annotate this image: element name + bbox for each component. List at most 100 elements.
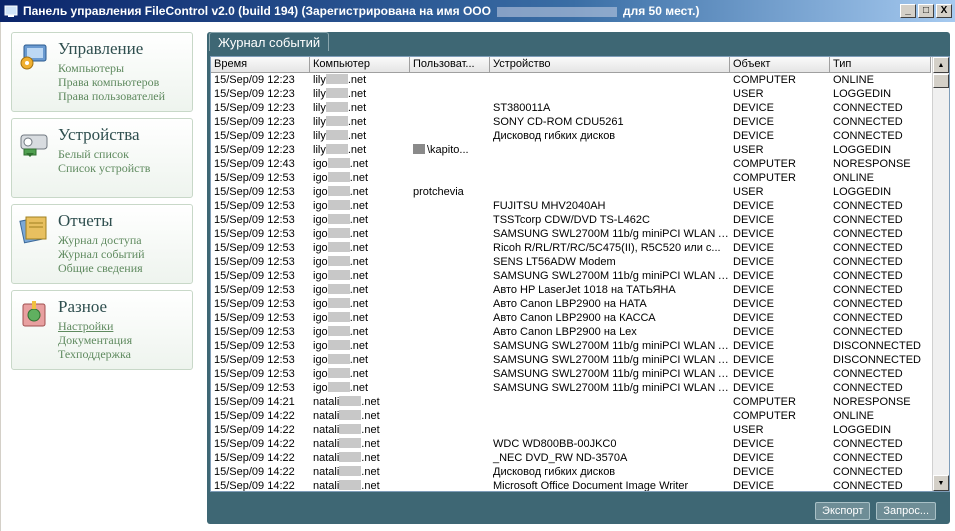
redacted-region: [325, 130, 348, 140]
cell-device: Ricoh R/RL/RT/RC/5C475(II), R5C520 или с…: [493, 242, 721, 254]
scroll-up-icon[interactable]: ▲: [933, 57, 949, 73]
table-row[interactable]: 15/Sep/09 12:53 igo .net FUJITSU MHV2040AH D…: [211, 199, 931, 213]
panel-devices: Устройства Белый список Список устройств: [11, 118, 193, 198]
table-row[interactable]: 15/Sep/09 12:53 igo .net SAMSUNG SWL2700M 1…: [211, 227, 931, 241]
table-row[interactable]: 15/Sep/09 12:53 igo .net SAMSUNG SWL2700M 1…: [211, 269, 931, 283]
redacted-region: [327, 158, 350, 168]
column-header-type[interactable]: Тип: [830, 57, 931, 73]
redacted-region: [339, 466, 362, 476]
cell-user: [410, 381, 490, 395]
table-row[interactable]: 15/Sep/09 12:53 igo .net SAMSUNG SWL2700M 1…: [211, 381, 931, 395]
vertical-scrollbar[interactable]: ▲ ▼: [932, 57, 949, 491]
link-computer-rights[interactable]: Права компьютеров: [58, 75, 192, 89]
cell-time: 15/Sep/09 14:22: [214, 466, 295, 478]
table-row[interactable]: 15/Sep/09 14:21 natali .net COMPUTER NORESPO…: [211, 395, 931, 409]
redacted-region: [339, 452, 362, 462]
redacted-region: [325, 74, 348, 84]
scrollbar-thumb[interactable]: [933, 74, 949, 88]
cell-time: 15/Sep/09 12:23: [214, 116, 295, 128]
table-row[interactable]: 15/Sep/09 12:53 igo .net SAMSUNG SWL2700M 1…: [211, 339, 931, 353]
table-row[interactable]: 15/Sep/09 12:53 igo .net SAMSUNG SWL2700M 1…: [211, 367, 931, 381]
redacted-region: [339, 396, 362, 406]
cell-time: 15/Sep/09 12:23: [214, 88, 295, 100]
cell-object: COMPUTER: [733, 410, 796, 422]
minimize-button[interactable]: _: [900, 4, 916, 18]
cell-computer: igo .net: [313, 242, 369, 254]
cell-user: [410, 269, 490, 283]
column-header-device[interactable]: Устройство: [490, 57, 730, 73]
table-row[interactable]: 15/Sep/09 12:53 igo .net Авто Canon LBP2900…: [211, 325, 931, 339]
cell-object: DEVICE: [733, 466, 774, 478]
table-row[interactable]: 15/Sep/09 14:22 natali .net COMPUTER ONLINE: [211, 409, 931, 423]
export-button[interactable]: Экспорт: [815, 502, 871, 520]
link-event-log[interactable]: Журнал событий: [58, 247, 192, 261]
table-row[interactable]: 15/Sep/09 12:23 lily .net ST380011A DEVICE CO…: [211, 101, 931, 115]
table-row[interactable]: 15/Sep/09 12:53 igo .net Авто Canon LBP2900…: [211, 297, 931, 311]
table-row[interactable]: 15/Sep/09 14:22 natali .net Дисковод гибких…: [211, 465, 931, 479]
cell-computer: igo .net: [313, 200, 369, 212]
cell-type: CONNECTED: [833, 270, 903, 282]
table-row[interactable]: 15/Sep/09 14:22 natali .net USER LOGGEDIN: [211, 423, 931, 437]
table-row[interactable]: 15/Sep/09 12:53 igo .net protchevia USER LOGG…: [211, 185, 931, 199]
table-row[interactable]: 15/Sep/09 12:53 igo .net Авто Canon LBP2900…: [211, 311, 931, 325]
redacted-region: [327, 340, 350, 350]
cell-time: 15/Sep/09 12:43: [214, 158, 295, 170]
cell-device: Авто Canon LBP2900 на КАССА: [493, 312, 656, 324]
close-button[interactable]: X: [936, 4, 952, 18]
cell-time: 15/Sep/09 14:22: [214, 438, 295, 450]
cell-object: DEVICE: [733, 242, 774, 254]
table-row[interactable]: 15/Sep/09 12:53 igo .net SENS LT56ADW Modem…: [211, 255, 931, 269]
redacted-region: [327, 270, 350, 280]
link-whitelist[interactable]: Белый список: [58, 147, 192, 161]
table-row[interactable]: 15/Sep/09 12:53 igo .net Авто HP LaserJet 1…: [211, 283, 931, 297]
table-row[interactable]: 15/Sep/09 12:53 igo .net SAMSUNG SWL2700M 1…: [211, 353, 931, 367]
column-header-user[interactable]: Пользоват...: [410, 57, 490, 73]
cell-time: 15/Sep/09 12:53: [214, 172, 295, 184]
table-row[interactable]: 15/Sep/09 12:53 igo .net COMPUTER ONLINE: [211, 171, 931, 185]
cell-time: 15/Sep/09 12:23: [214, 102, 295, 114]
cell-user: [410, 171, 490, 185]
maximize-button[interactable]: □: [918, 4, 934, 18]
scroll-down-icon[interactable]: ▼: [933, 475, 949, 491]
link-documentation[interactable]: Документация: [58, 333, 192, 347]
link-access-log[interactable]: Журнал доступа: [58, 233, 192, 247]
tab-strip: [207, 51, 950, 55]
table-row[interactable]: 15/Sep/09 12:23 lily .net SONY CD-ROM CDU52…: [211, 115, 931, 129]
column-header-time[interactable]: Время: [211, 57, 310, 73]
table-row[interactable]: 15/Sep/09 12:23 lily .net USER LOGGEDIN: [211, 87, 931, 101]
cell-computer: igo .net: [313, 172, 369, 184]
link-computers[interactable]: Компьютеры: [58, 61, 192, 75]
link-user-rights[interactable]: Права пользователей: [58, 89, 192, 103]
link-general-info[interactable]: Общие сведения: [58, 261, 192, 275]
link-support[interactable]: Техподдержка: [58, 347, 192, 361]
query-button[interactable]: Запрос...: [876, 502, 936, 520]
link-settings[interactable]: Настройки: [58, 319, 192, 333]
cell-type: CONNECTED: [833, 228, 903, 240]
table-row[interactable]: 15/Sep/09 14:22 natali .net Microsoft Offic…: [211, 479, 931, 491]
redacted-region: [327, 326, 350, 336]
column-header-computer[interactable]: Компьютер: [310, 57, 410, 73]
cell-user: [410, 297, 490, 311]
table-row[interactable]: 15/Sep/09 12:53 igo .net Ricoh R/RL/RT/RC/5…: [211, 241, 931, 255]
cell-computer: igo .net: [313, 256, 369, 268]
table-row[interactable]: 15/Sep/09 14:22 natali .net WDC WD800BB-00J…: [211, 437, 931, 451]
cell-device: [490, 87, 730, 101]
cell-object: DEVICE: [733, 452, 774, 464]
tab-event-log[interactable]: Журнал событий: [209, 32, 330, 52]
cell-type: CONNECTED: [833, 368, 903, 380]
cell-time: 15/Sep/09 12:53: [214, 368, 295, 380]
table-row[interactable]: 15/Sep/09 12:53 igo .net TSSTcorp CDW/DVD T…: [211, 213, 931, 227]
panel-title: Отчеты: [58, 211, 113, 230]
table-row[interactable]: 15/Sep/09 14:22 natali .net _NEC DVD_RW ND-…: [211, 451, 931, 465]
link-device-list[interactable]: Список устройств: [58, 161, 192, 175]
cell-time: 15/Sep/09 12:53: [214, 312, 295, 324]
table-row[interactable]: 15/Sep/09 12:23 lily .net \kapito... USER LOG…: [211, 143, 931, 157]
table-row[interactable]: 15/Sep/09 12:23 lily .net Дисковод гибких д…: [211, 129, 931, 143]
table-row[interactable]: 15/Sep/09 12:43 igo .net COMPUTER NORESPONSE: [211, 157, 931, 171]
table-row[interactable]: 15/Sep/09 12:23 lily .net COMPUTER ONLINE: [211, 73, 931, 87]
column-header-object[interactable]: Объект: [730, 57, 830, 73]
cell-computer: natali .net: [313, 396, 380, 408]
cell-user: [410, 241, 490, 255]
cell-time: 15/Sep/09 14:22: [214, 424, 295, 436]
redacted-region: [325, 102, 348, 112]
